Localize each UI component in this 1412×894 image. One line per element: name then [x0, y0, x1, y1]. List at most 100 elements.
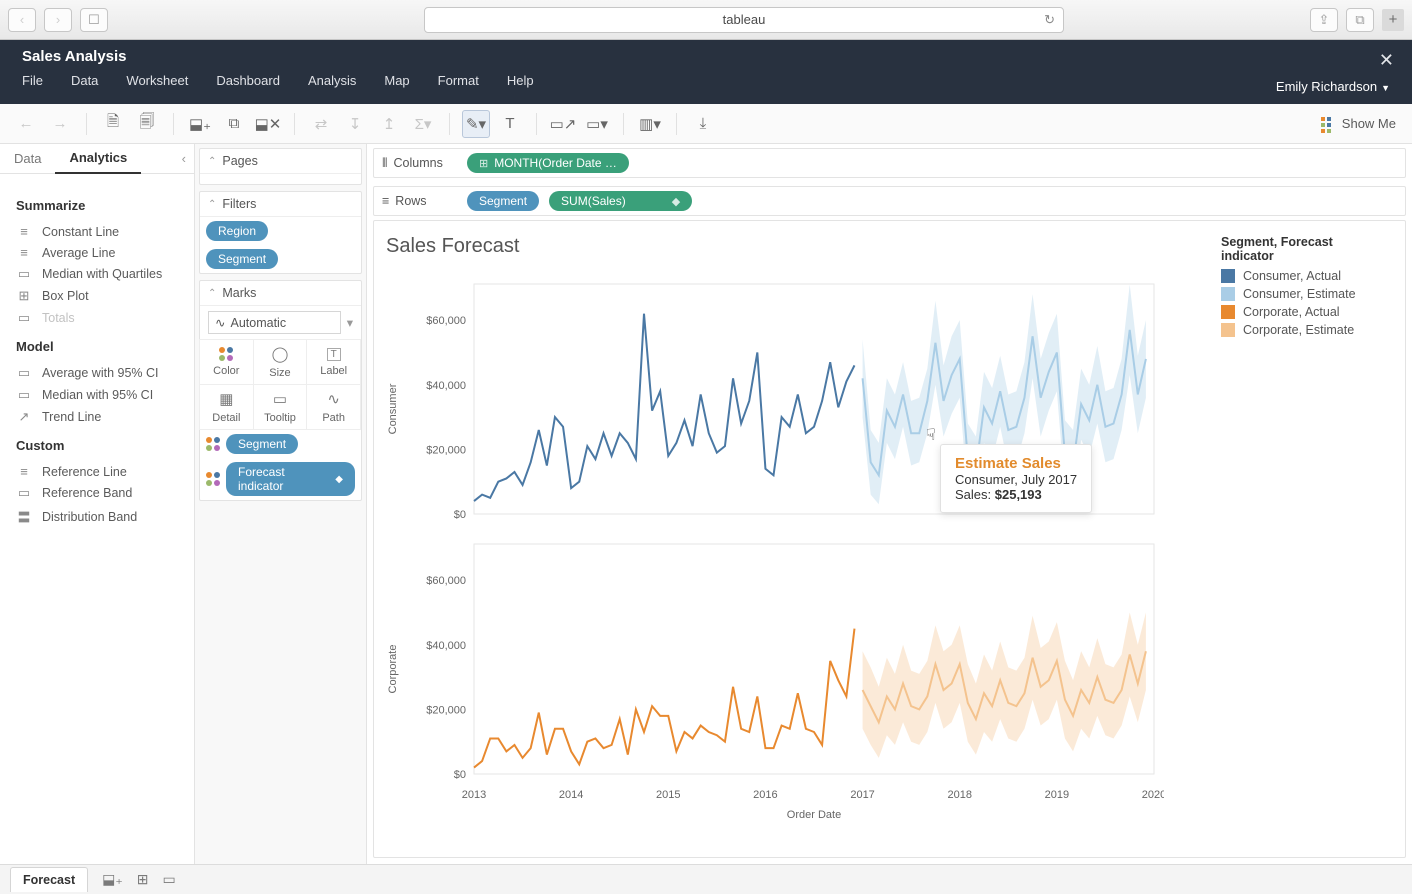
item-ref-line[interactable]: ≡Reference Line [16, 461, 178, 482]
item-ref-band[interactable]: ▭Reference Band [16, 482, 178, 504]
marks-label[interactable]: TLabel [306, 339, 361, 385]
columns-pill-month[interactable]: ⊞MONTH(Order Date … [467, 153, 629, 173]
new-sheet-button[interactable]: ⬓₊ [186, 110, 214, 138]
share-button[interactable]: ⇪ [1310, 8, 1338, 32]
tab-data[interactable]: Data [0, 144, 55, 173]
menu-analysis[interactable]: Analysis [308, 73, 356, 88]
dist-icon: 〓 [16, 507, 32, 526]
item-dist-band[interactable]: 〓Distribution Band [16, 504, 178, 529]
chevron-icon: ⌃ [208, 288, 216, 299]
item-median-ci[interactable]: ▭Median with 95% CI [16, 384, 178, 406]
swap-button[interactable]: ⇄ [307, 110, 335, 138]
columns-shelf[interactable]: ⦀Columns ⊞MONTH(Order Date … [373, 148, 1406, 178]
menu-help[interactable]: Help [507, 73, 534, 88]
menu-map[interactable]: Map [384, 73, 409, 88]
line-icon: ∿ [215, 315, 225, 330]
cards-panel: ⌃Pages ⌃Filters Region Segment ⌃Marks ∿A… [195, 144, 367, 864]
columns-icon: ⦀ [382, 156, 388, 171]
clear-sheet-button[interactable]: ⬓✕ [254, 110, 282, 138]
presentation-button[interactable]: ▭↗ [549, 110, 577, 138]
save-button[interactable]: 🗎 [99, 110, 127, 138]
sheet-tabs-bar: Forecast ⬓₊ ⊞ ▭ [0, 864, 1412, 894]
item-box-plot[interactable]: ⊞Box Plot [16, 285, 178, 307]
menu-dashboard[interactable]: Dashboard [216, 73, 280, 88]
redo-button[interactable]: → [46, 110, 74, 138]
forward-button[interactable]: › [44, 8, 72, 32]
cursor-icon: ☟ [926, 425, 936, 445]
svg-text:Order Date: Order Date [787, 809, 841, 821]
new-dashboard-icon[interactable]: ⊞ [137, 871, 149, 888]
rows-pill-segment[interactable]: Segment [467, 191, 539, 211]
menu-worksheet[interactable]: Worksheet [126, 73, 188, 88]
refresh-icon[interactable]: ↻ [1044, 12, 1055, 28]
legend-item[interactable]: Corporate, Estimate [1221, 323, 1389, 337]
legend-item[interactable]: Consumer, Actual [1221, 269, 1389, 283]
legend-item[interactable]: Corporate, Actual [1221, 305, 1389, 319]
item-constant-line[interactable]: ≡Constant Line [16, 221, 178, 242]
sheet-tab-forecast[interactable]: Forecast [10, 867, 88, 892]
chart-canvas[interactable]: $0$20,000$40,000$60,000Consumer$0$20,000… [384, 264, 1164, 824]
bars-icon: ≡ [16, 224, 32, 239]
highlight-button[interactable]: ✎▾ [462, 110, 490, 138]
rows-icon: ≡ [382, 194, 389, 208]
marks-path[interactable]: ∿Path [306, 384, 361, 430]
app-toolbar: ← → 🗎 🗐 ⬓₊ ⧉ ⬓✕ ⇄ ↧ ↥ Σ▾ ✎▾ T ▭↗ ▭▾ ▥▾ ⤓… [0, 104, 1412, 144]
item-totals: ▭Totals [16, 307, 178, 329]
back-button[interactable]: ‹ [8, 8, 36, 32]
section-model: Model [16, 339, 178, 354]
menu-file[interactable]: File [22, 73, 43, 88]
filter-pill-region[interactable]: Region [206, 221, 268, 241]
tabs-button[interactable]: ⧉ [1346, 8, 1374, 32]
marks-tooltip[interactable]: ▭Tooltip [253, 384, 308, 430]
new-story-icon[interactable]: ▭ [162, 871, 175, 888]
marks-color[interactable]: Color [199, 339, 254, 385]
table-icon: ▭ [16, 310, 32, 326]
marks-type-select[interactable]: ∿Automatic▾ [200, 306, 361, 340]
item-average-line[interactable]: ≡Average Line [16, 242, 178, 263]
copy-button[interactable]: ⧉ [220, 110, 248, 138]
marks-detail[interactable]: ▦Detail [199, 384, 254, 430]
menu-format[interactable]: Format [438, 73, 479, 88]
svg-text:2013: 2013 [462, 789, 486, 801]
sidebar-toggle-button[interactable]: ☐ [80, 8, 108, 32]
fit-button[interactable]: ▭▾ [583, 110, 611, 138]
item-median-quartiles[interactable]: ▭Median with Quartiles [16, 263, 178, 285]
collapse-panel-icon[interactable]: ‹ [174, 151, 194, 166]
sort-desc-button[interactable]: ↥ [375, 110, 403, 138]
legend[interactable]: Segment, Forecast indicator Consumer, Ac… [1215, 235, 1395, 849]
legend-item[interactable]: Consumer, Estimate [1221, 287, 1389, 301]
new-tab-button[interactable]: + [1382, 9, 1404, 31]
user-menu[interactable]: Emily Richardson▼ [1276, 79, 1390, 94]
filters-card[interactable]: ⌃Filters Region Segment [199, 191, 362, 274]
rows-pill-sales[interactable]: SUM(Sales)◆ [549, 191, 692, 211]
chevron-icon: ⌃ [208, 156, 216, 167]
labels-button[interactable]: T [496, 110, 524, 138]
tooltip-icon: ▭ [273, 390, 287, 408]
item-avg-ci[interactable]: ▭Average with 95% CI [16, 362, 178, 384]
rows-shelf[interactable]: ≡Rows Segment SUM(Sales)◆ [373, 186, 1406, 216]
marks-size[interactable]: ◯Size [253, 339, 308, 385]
download-button[interactable]: ⤓ [689, 110, 717, 138]
show-me-button[interactable]: Show Me [1320, 116, 1396, 132]
encoding-forecast[interactable]: Forecast indicator◆ [200, 458, 361, 500]
tab-analytics[interactable]: Analytics [55, 143, 141, 174]
filter-pill-segment[interactable]: Segment [206, 249, 278, 269]
workbook-title: Sales Analysis [0, 40, 1412, 65]
pages-card[interactable]: ⌃Pages [199, 148, 362, 185]
new-worksheet-icon[interactable]: ⬓₊ [102, 871, 123, 888]
new-data-button[interactable]: 🗐 [133, 110, 161, 138]
item-trend-line[interactable]: ↗Trend Line [16, 406, 178, 428]
sort-asc-button[interactable]: ↧ [341, 110, 369, 138]
section-summarize: Summarize [16, 198, 178, 213]
close-icon[interactable]: ✕ [1379, 50, 1394, 71]
undo-button[interactable]: ← [12, 110, 40, 138]
viz-container: Sales Forecast $0$20,000$40,000$60,000Co… [373, 220, 1406, 858]
encoding-segment[interactable]: Segment [200, 430, 361, 458]
address-bar[interactable]: tableau ↻ [424, 7, 1064, 33]
totals-button[interactable]: Σ▾ [409, 110, 437, 138]
menu-data[interactable]: Data [71, 73, 98, 88]
svg-text:2018: 2018 [947, 789, 971, 801]
svg-text:2015: 2015 [656, 789, 680, 801]
svg-text:$60,000: $60,000 [426, 315, 466, 327]
view-cards-button[interactable]: ▥▾ [636, 110, 664, 138]
